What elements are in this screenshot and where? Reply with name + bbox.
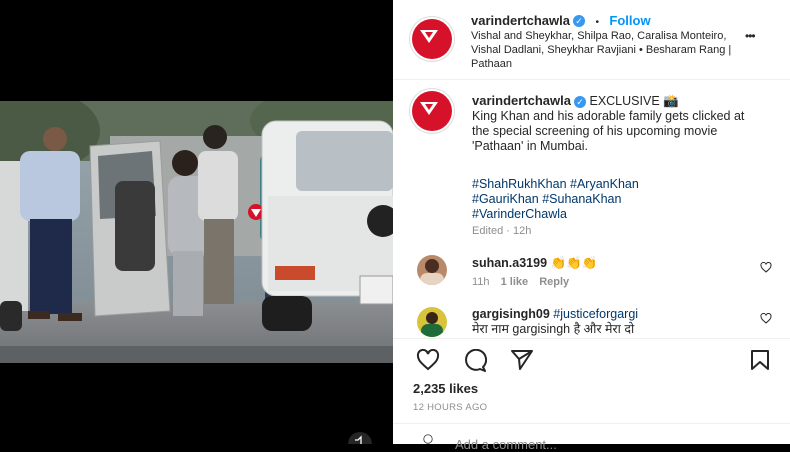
divider	[393, 423, 790, 424]
hashtag-link[interactable]: #AryanKhan	[570, 177, 639, 191]
like-comment-heart-icon[interactable]	[760, 262, 772, 273]
caption-headline: EXCLUSIVE 📸	[589, 94, 679, 108]
verified-badge-icon: ✓	[573, 14, 585, 27]
hashtag-link[interactable]: #ShahRukhKhan	[472, 177, 567, 191]
reply-button[interactable]: Reply	[539, 276, 569, 288]
hashtags: #ShahRukhKhan #AryanKhan #GauriKhan #Suh…	[472, 177, 752, 222]
comment-hashtag[interactable]: #justiceforgargi	[553, 307, 638, 321]
edited-label: Edited · 12h	[472, 225, 532, 237]
hashtag-link[interactable]: #GauriKhan	[472, 192, 539, 206]
avatar[interactable]	[409, 16, 455, 62]
commenter-avatar[interactable]	[417, 255, 447, 285]
more-options-icon[interactable]: •••	[745, 29, 756, 43]
caption-avatar[interactable]	[409, 88, 455, 134]
commenter-avatar[interactable]	[417, 307, 447, 337]
post-media[interactable]	[0, 0, 393, 444]
comment: gargisingh09 #justiceforgargi मेरा नाम g…	[472, 307, 742, 337]
like-comment-heart-icon[interactable]	[760, 313, 772, 324]
share-paper-plane-icon[interactable]	[510, 349, 534, 371]
likes-count[interactable]: 2,235 likes	[413, 381, 478, 396]
verified-badge-icon: ✓	[574, 95, 586, 108]
comment-meta: 11h 1 like Reply	[472, 276, 569, 288]
comment: suhan.a3199 👏👏👏	[472, 256, 597, 271]
header-username[interactable]: varindertchawla	[471, 13, 570, 28]
photo-scene	[0, 101, 393, 363]
comment-text: मेरा नाम gargisingh है और मेरा दो	[472, 322, 635, 336]
post-header: varindertchawla ✓ • Follow Vishal and She…	[393, 0, 790, 80]
follow-button[interactable]: Follow	[609, 13, 650, 28]
comment-username[interactable]: suhan.a3199	[472, 256, 547, 270]
post-timestamp: 12 HOURS AGO	[413, 402, 488, 413]
hashtag-link[interactable]: #VarinderChawla	[472, 207, 567, 221]
comment-likes[interactable]: 1 like	[501, 276, 529, 288]
comment-username[interactable]: gargisingh09	[472, 307, 550, 321]
comment-bubble-icon[interactable]	[463, 349, 487, 373]
caption-body: King Khan and his adorable family gets c…	[472, 109, 745, 153]
post-panel: varindertchawla ✓ • Follow Vishal and She…	[393, 0, 790, 452]
add-comment-input[interactable]: Add a comment...	[455, 437, 557, 452]
comment-text: 👏👏👏	[550, 256, 598, 270]
save-bookmark-icon[interactable]	[750, 349, 770, 371]
like-heart-icon[interactable]	[416, 349, 440, 371]
divider	[393, 338, 790, 339]
brand-logo-icon	[420, 30, 438, 43]
emoji-icon[interactable]	[415, 434, 441, 444]
brand-logo-icon	[420, 102, 438, 115]
mute-icon[interactable]	[345, 432, 375, 444]
caption: varindertchawla ✓ EXCLUSIVE 📸 King Khan a…	[472, 93, 762, 154]
caption-username[interactable]: varindertchawla	[472, 93, 571, 108]
separator-dot: •	[595, 17, 599, 28]
audio-track[interactable]: Vishal and Sheykhar, Shilpa Rao, Caralis…	[471, 29, 733, 71]
post-photo[interactable]	[0, 101, 393, 363]
hashtag-link[interactable]: #SuhanaKhan	[542, 192, 621, 206]
comment-time: 11h	[472, 276, 490, 288]
